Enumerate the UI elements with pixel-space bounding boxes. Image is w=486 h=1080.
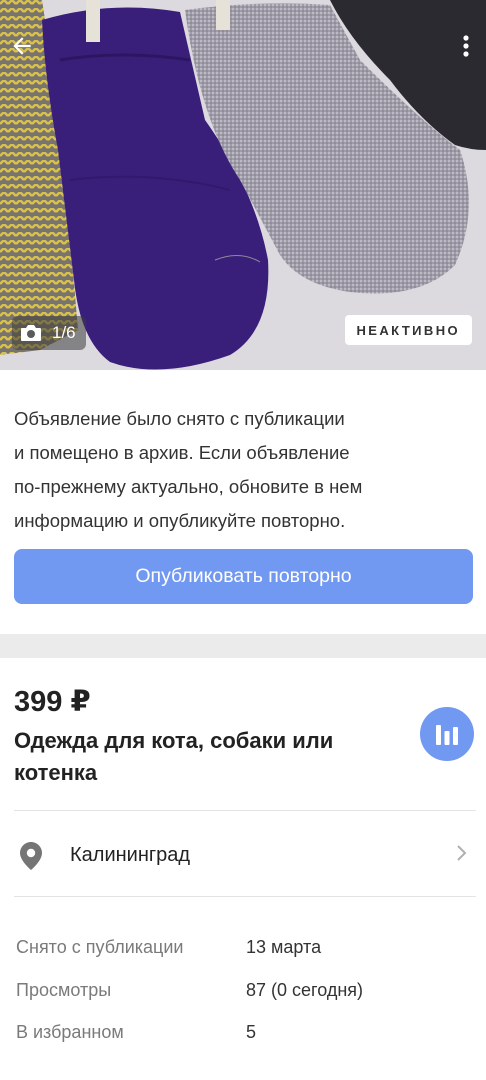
location-pin-icon [20,842,42,870]
location-row[interactable]: Калининград [0,812,486,898]
bar-chart-icon [436,725,458,745]
photo-counter-text: 1/6 [52,323,76,342]
status-badge: НЕАКТИВНО [344,315,472,345]
section-divider [0,634,486,658]
title-line: котенка [14,760,98,785]
info-value: 5 [246,1022,257,1042]
info-label: Просмотры [16,980,112,1000]
notice-line: и помещено в архив. Если объявление [14,442,350,463]
info-value: 87 (0 сегодня) [246,980,364,1000]
notice-line: информацию и опубликуйте повторно. [14,510,346,531]
more-menu-button[interactable] [450,26,482,66]
title-line: Одежда для кота, собаки или [14,728,334,753]
location-city: Калининград [70,844,191,866]
price: 399 ₽ [14,686,91,718]
listing-title: Одежда для кота, собаки или котенка [14,725,394,789]
republish-button[interactable]: Опубликовать повторно [14,549,473,604]
statistics-button[interactable] [420,707,474,761]
more-vertical-icon [463,35,469,57]
divider [14,810,476,811]
info-label: В избранном [16,1022,124,1042]
camera-icon [21,325,41,341]
info-value: 13 марта [246,937,322,957]
arrow-back-icon [13,37,31,55]
notice-line: Объявление было снято с публикации [14,408,345,429]
divider [14,896,476,897]
back-button[interactable] [2,26,42,66]
photo-counter: 1/6 [12,316,86,350]
chevron-right-icon [457,845,467,861]
photo-gallery[interactable]: 1/6 НЕАКТИВНО [0,0,486,370]
info-label: Снято с публикации [16,937,184,957]
archived-notice: Объявление было снято с публикации и пом… [14,402,474,538]
notice-line: по-прежнему актуально, обновите в нем [14,476,363,497]
